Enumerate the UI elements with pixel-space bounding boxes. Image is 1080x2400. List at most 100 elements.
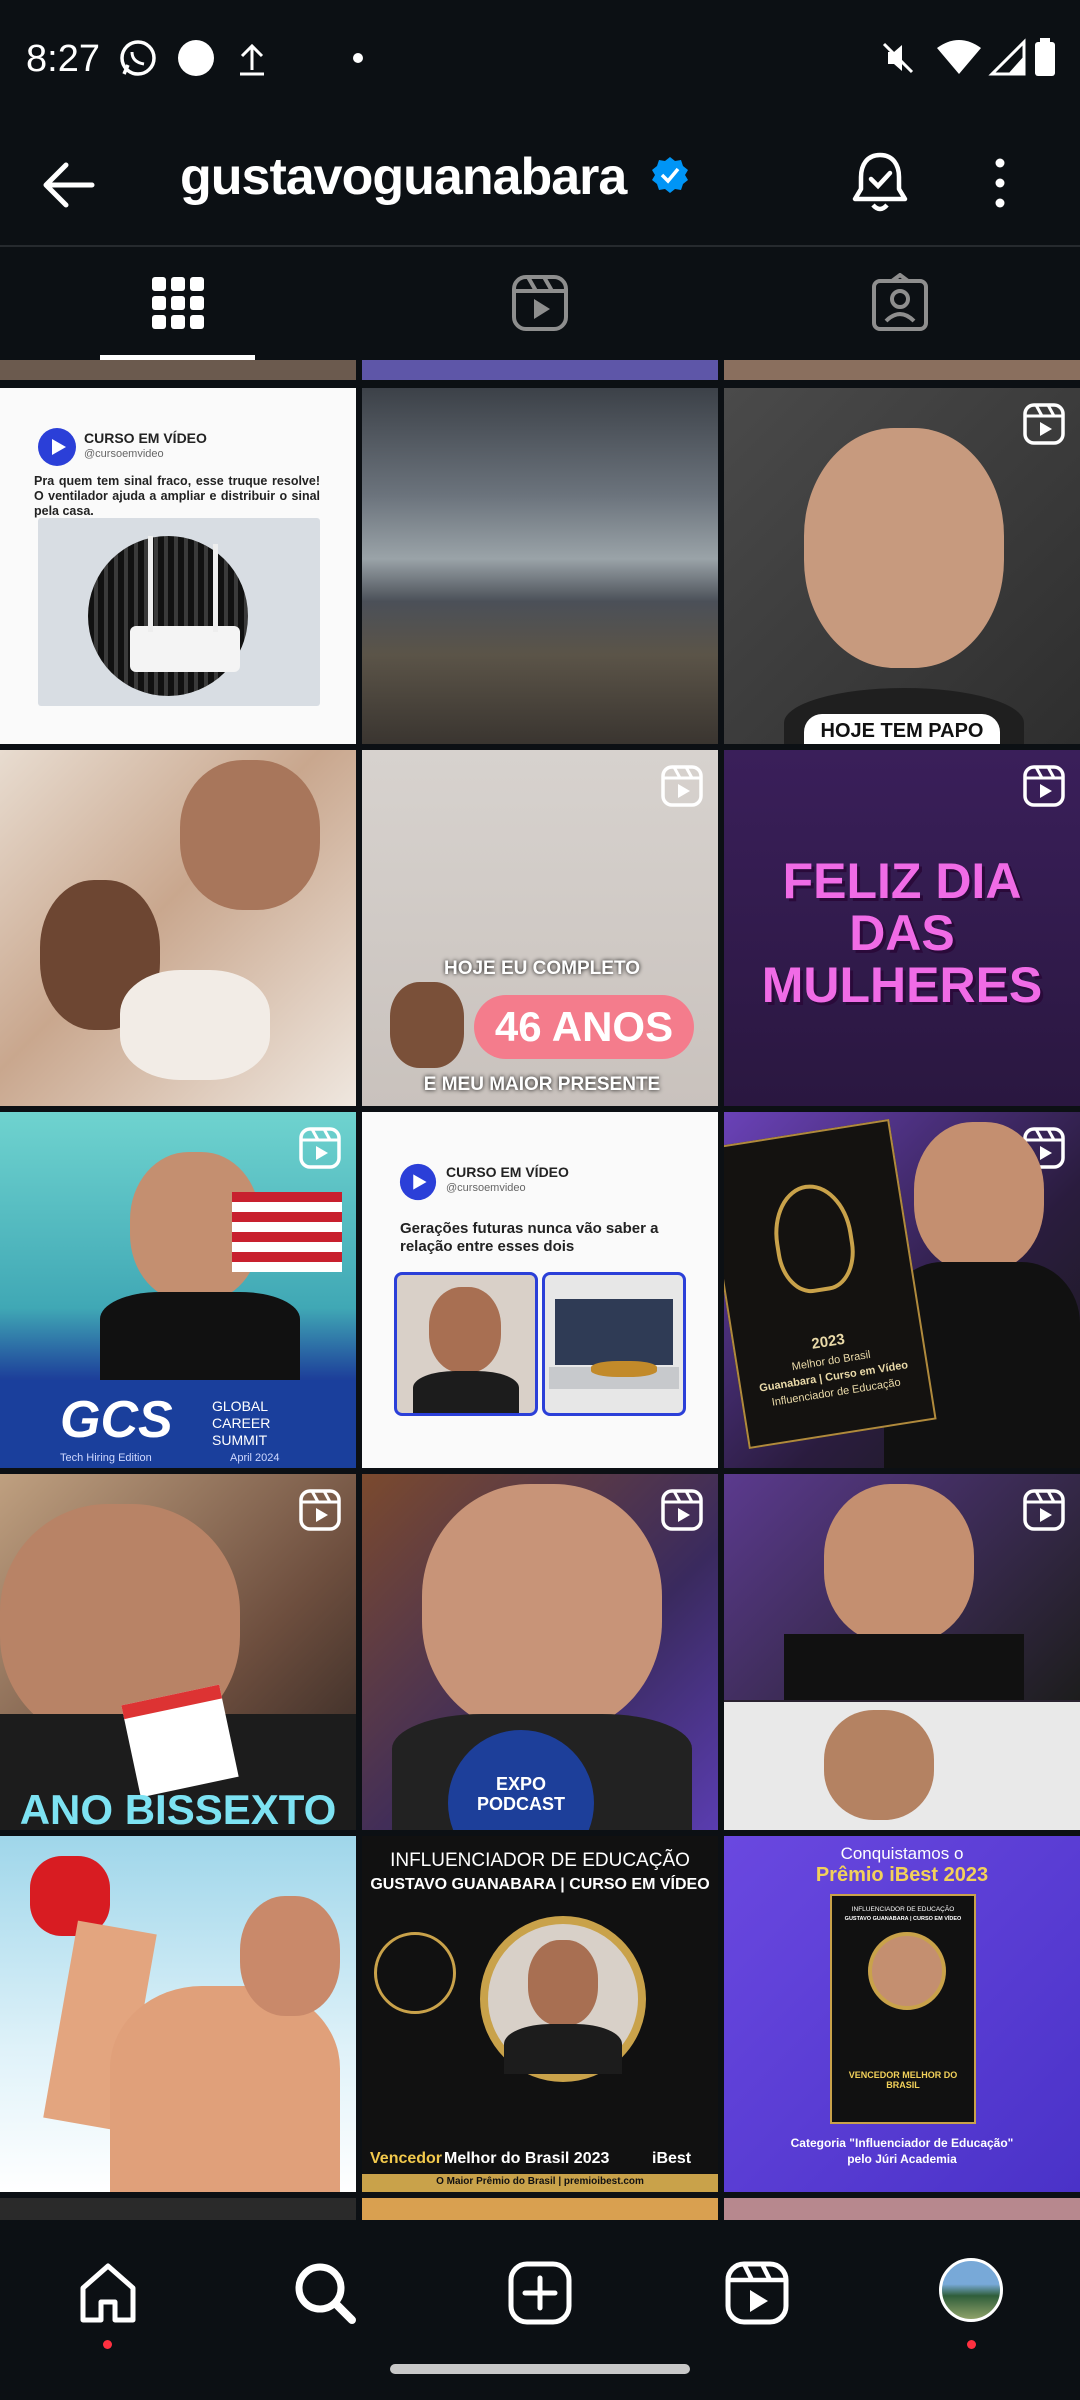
post-tile-reel[interactable]: GCS GLOBAL CAREER SUMMIT Tech Hiring Edi… [0, 1112, 356, 1468]
tile-badge: 46 ANOS [474, 995, 694, 1059]
bell-icon[interactable] [845, 147, 915, 217]
posts-grid: CURSO EM VÍDEO @cursoemvideo Pra quem te… [0, 360, 1080, 2220]
tile-logo: GCS [60, 1391, 173, 1449]
tile-footer1: Categoria "Influenciador de Educação" [790, 2136, 1014, 2150]
profile-username: gustavoguanabara [180, 148, 627, 206]
battery-icon [1035, 38, 1055, 76]
laptop-photo [542, 1272, 686, 1416]
post-tile-partial[interactable] [362, 360, 718, 380]
tile-caption-line1: Conquistamos o [840, 1844, 964, 1863]
tile-brand: CURSO EM VÍDEO [446, 1164, 569, 1180]
tile-caption-line2: Prêmio iBest 2023 [815, 1864, 989, 1886]
tile-brand: CURSO EM VÍDEO [84, 430, 207, 446]
status-bar: 8:27 [0, 0, 1080, 125]
tile-caption-line1: HOJE EU COMPLETO [443, 958, 640, 979]
post-tile-partial[interactable] [0, 2198, 356, 2220]
status-time: 8:27 [26, 38, 100, 80]
post-tile-reel[interactable] [724, 1474, 1080, 1830]
tile-bottom-b: Melhor do Brasil 2023 [444, 2150, 610, 2167]
post-tile-storm[interactable] [362, 388, 718, 744]
tab-posts-grid[interactable] [0, 247, 360, 360]
post-tile-award[interactable]: Conquistamos o Prêmio iBest 2023 INFLUEN… [724, 1836, 1080, 2192]
profile-header: gustavoguanabara [0, 125, 1080, 245]
create-post-icon[interactable] [505, 2258, 575, 2328]
mute-icon [882, 42, 914, 74]
more-options-icon[interactable] [980, 147, 1020, 217]
post-tile[interactable]: CURSO EM VÍDEO @cursoemvideo Gerações fu… [362, 1112, 718, 1468]
grid-icon [152, 277, 204, 329]
tile-caption: HOJE TEM PAPO [804, 714, 1000, 744]
fan-router-photo [38, 518, 320, 706]
post-tile-award[interactable]: INFLUENCIADOR DE EDUCAÇÃO GUSTAVO GUANAB… [362, 1836, 718, 2192]
reels-icon [512, 275, 568, 331]
tile-summit-line2: CAREER [212, 1415, 271, 1431]
verified-badge-icon [652, 157, 688, 193]
tagged-icon [872, 273, 928, 331]
tile-bottom: Tech Hiring Edition [60, 1452, 152, 1464]
profile-notification-dot [967, 2340, 976, 2349]
tile-handle: @cursoemvideo [84, 448, 164, 460]
whatsapp-icon [120, 40, 156, 76]
reel-badge-icon [1023, 1489, 1065, 1531]
post-tile[interactable]: CURSO EM VÍDEO @cursoemvideo Pra quem te… [0, 388, 356, 744]
poster-top: INFLUENCIADOR DE EDUCAÇÃO [851, 1906, 955, 1913]
poster-bottom: VENCEDOR MELHOR DO BRASIL [848, 2070, 958, 2090]
tile-summit-line1: GLOBAL [212, 1398, 269, 1414]
dot-icon [353, 53, 363, 63]
reel-badge-icon [299, 1489, 341, 1531]
upload-icon [240, 43, 264, 76]
reel-badge-icon [299, 1127, 341, 1169]
tab-reels[interactable] [360, 247, 720, 360]
tile-footer: O Maior Prêmio do Brasil | premioibest.c… [436, 2176, 644, 2187]
curso-em-video-logo [38, 428, 76, 466]
reel-badge-icon [661, 765, 703, 807]
post-tile-reel[interactable]: FELIZ DIA DAS MULHERES [724, 750, 1080, 1106]
poster-name: GUSTAVO GUANABARA | CURSO EM VÍDEO [844, 1916, 962, 1922]
post-tile-partial[interactable] [362, 2198, 718, 2220]
tile-caption-line2: GUSTAVO GUANABARA | CURSO EM VÍDEO [370, 1876, 710, 1893]
tile-caption-line1: INFLUENCIADOR DE EDUCAÇÃO [390, 1850, 690, 1871]
post-tile-family[interactable] [0, 750, 356, 1106]
post-tile-reel[interactable]: EXPO PODCAST [362, 1474, 718, 1830]
post-tile-reel[interactable]: HOJE TEM PAPO [724, 388, 1080, 744]
tile-caption: EXPO PODCAST [476, 1774, 565, 1814]
post-tile-partial[interactable] [724, 360, 1080, 380]
tile-summit-line3: SUMMIT [212, 1432, 268, 1448]
reel-badge-icon [661, 1489, 703, 1531]
circle-icon [178, 40, 214, 76]
back-arrow-icon[interactable] [36, 155, 100, 215]
avatar-sticker [390, 982, 464, 1068]
reel-badge-icon [1023, 403, 1065, 445]
post-tile-reel[interactable]: 2023 Melhor do Brasil Guanabara | Curso … [724, 1112, 1080, 1468]
award-plaque: 2023 Melhor do Brasil Guanabara | Curso … [724, 1119, 937, 1449]
tab-tagged[interactable] [720, 247, 1080, 360]
tile-text: Pra quem tem sinal fraco, esse truque re… [34, 474, 320, 518]
tile-bottom-c: iBest [652, 2150, 692, 2167]
tile-footer2: pelo Júri Academia [847, 2152, 957, 2166]
tile-handle: @cursoemvideo [446, 1182, 526, 1194]
reel-badge-icon [1023, 765, 1065, 807]
curso-em-video-logo [399, 1163, 437, 1201]
search-icon[interactable] [290, 2258, 360, 2328]
profile-avatar[interactable] [939, 2258, 1003, 2322]
tile-caption: FELIZ DIA DAS MULHERES [761, 853, 1043, 1013]
tile-caption-line2: E MEU MAIOR PRESENTE [423, 1074, 661, 1095]
post-tile-partial[interactable] [0, 360, 356, 380]
tile-caption: ANO BISSEXTO [19, 1786, 337, 1830]
tile-text: Gerações futuras nunca vão saber a relaç… [400, 1220, 659, 1255]
post-tile-reel[interactable]: ANO BISSEXTO [0, 1474, 356, 1830]
post-tile-partial[interactable] [724, 2198, 1080, 2220]
person-photo [394, 1272, 538, 1416]
award-seal [374, 1932, 456, 2014]
wifi-icon [937, 40, 981, 74]
signal-icon [988, 38, 1026, 76]
home-notification-dot [103, 2340, 112, 2349]
post-tile-boxer[interactable] [0, 1836, 356, 2192]
post-tile-reel[interactable]: HOJE EU COMPLETO 46 ANOS E MEU MAIOR PRE… [362, 750, 718, 1106]
award-portrait [480, 1916, 646, 2082]
system-home-indicator[interactable] [390, 2364, 690, 2374]
home-icon[interactable] [73, 2258, 143, 2328]
profile-tabs [0, 247, 1080, 360]
award-poster: INFLUENCIADOR DE EDUCAÇÃO GUSTAVO GUANAB… [830, 1894, 976, 2124]
reels-nav-icon[interactable] [722, 2258, 792, 2328]
